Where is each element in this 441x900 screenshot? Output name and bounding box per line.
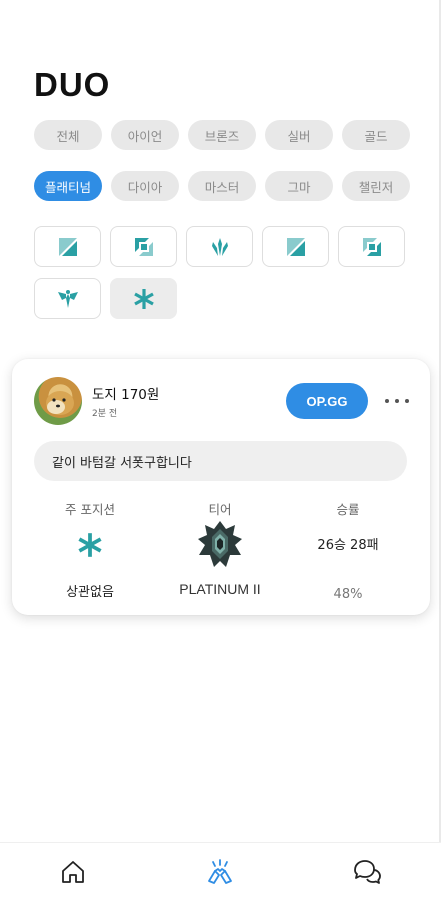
more-dot <box>385 399 389 403</box>
position-filter-any[interactable] <box>110 278 177 319</box>
tier-chip-grandmaster[interactable]: 그마 <box>265 171 333 201</box>
all-positions-icon <box>58 237 77 256</box>
position-filter-mid[interactable] <box>262 226 329 267</box>
any-position-icon <box>133 288 154 309</box>
home-icon <box>62 861 84 883</box>
jungle-icon <box>211 237 228 256</box>
mid-lane-icon <box>286 237 305 256</box>
winrate-column: 승률 26승 28패 48% <box>288 499 408 602</box>
nav-duo[interactable] <box>203 855 237 889</box>
main-position-column: 주 포지션 상관없음 <box>30 499 150 600</box>
position-value: 상관없음 <box>66 585 114 600</box>
more-dot <box>405 399 409 403</box>
tier-chip-master[interactable]: 마스터 <box>188 171 256 201</box>
tier-chip-silver[interactable]: 실버 <box>265 120 333 150</box>
more-options-button[interactable] <box>382 389 412 413</box>
duo-icon <box>208 859 232 884</box>
tier-chip-gold[interactable]: 골드 <box>342 120 410 150</box>
page-title: DUO <box>34 66 111 103</box>
user-name: 도지 170원 <box>92 387 160 403</box>
position-filter-all[interactable] <box>34 226 101 267</box>
duo-post-card[interactable]: 도지 170원 2분 전 OP.GG 같이 바텀갈 서폿구합니다 주 포지션 상… <box>12 359 430 615</box>
nav-home[interactable] <box>56 855 90 889</box>
tier-chip-bronze[interactable]: 브론즈 <box>188 120 256 150</box>
chat-icon <box>354 860 381 884</box>
tier-filter-row-1: 전체 아이언 브론즈 실버 골드 <box>34 120 410 150</box>
win-loss-record: 26승 28패 <box>317 537 379 553</box>
winrate-header: 승률 <box>336 502 360 517</box>
position-filter-top[interactable] <box>110 226 177 267</box>
tier-chip-all[interactable]: 전체 <box>34 120 102 150</box>
position-filter-bottom[interactable] <box>338 226 405 267</box>
tier-filter-row-2: 플래티넘 다이아 마스터 그마 챌린저 <box>34 171 410 201</box>
tier-column: 티어 PLATINUM II <box>160 499 280 597</box>
tier-chip-challenger[interactable]: 챌린저 <box>342 171 410 201</box>
opgg-button[interactable]: OP.GG <box>286 383 368 419</box>
position-filter-support[interactable] <box>34 278 101 319</box>
post-memo: 같이 바텀갈 서폿구합니다 <box>34 441 407 481</box>
tier-chip-platinum[interactable]: 플래티넘 <box>34 171 102 201</box>
position-header: 주 포지션 <box>65 502 115 517</box>
any-position-icon <box>78 533 102 557</box>
winrate-value: 48% <box>333 587 363 602</box>
nav-chat[interactable] <box>350 855 384 889</box>
support-icon <box>57 289 78 308</box>
tier-value: PLATINUM II <box>179 581 261 597</box>
position-filter-jungle[interactable] <box>186 226 253 267</box>
tier-chip-iron[interactable]: 아이언 <box>111 120 179 150</box>
top-lane-icon <box>134 237 153 256</box>
avatar[interactable] <box>34 377 82 425</box>
tier-header: 티어 <box>208 502 232 517</box>
tier-chip-diamond[interactable]: 다이아 <box>111 171 179 201</box>
more-dot <box>395 399 399 403</box>
bottom-navigation <box>0 842 441 900</box>
post-time: 2분 전 <box>92 409 118 419</box>
bottom-lane-icon <box>362 237 381 256</box>
platinum-emblem-icon <box>198 521 242 567</box>
